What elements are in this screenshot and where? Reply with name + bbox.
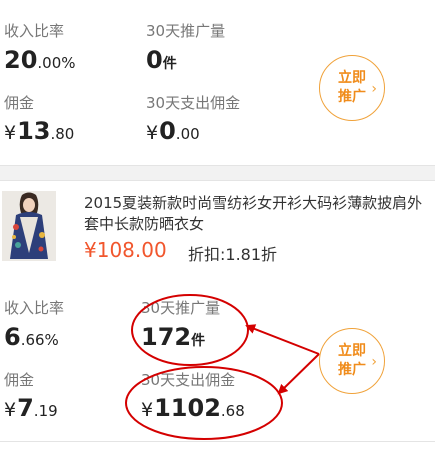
promo-count-label: 30天推广量 — [146, 22, 226, 40]
chevron-right-icon: › — [371, 354, 377, 370]
promo-count-value: 172件 — [141, 323, 206, 351]
product-price: ¥108.00 — [84, 238, 167, 262]
promote-now-button[interactable]: 立即推广 › — [319, 55, 385, 121]
income-ratio-value: 20.00% — [4, 46, 76, 74]
product-discount: 折扣:1.81折 — [188, 245, 278, 264]
promote-now-button[interactable]: 立即推广 › — [319, 328, 385, 394]
spent-commission-value: ¥0.00 — [146, 117, 200, 145]
product-thumbnail[interactable] — [2, 191, 56, 261]
chevron-right-icon: › — [371, 81, 377, 97]
card-separator — [0, 166, 435, 180]
product-title[interactable]: 2015夏装新款时尚雪纺衫女开衫大码衫薄款披肩外套中长款防晒衣女 — [84, 193, 429, 235]
promo-count-value: 0件 — [146, 46, 177, 74]
spent-commission-label: 30天支出佣金 — [141, 371, 236, 389]
commission-label: 佣金 — [4, 371, 35, 389]
commission-value: ¥13.80 — [4, 117, 75, 145]
commission-label: 佣金 — [4, 94, 35, 112]
spent-commission-value: ¥1102.68 — [141, 394, 245, 422]
spent-commission-label: 30天支出佣金 — [146, 94, 241, 112]
commission-value: ¥7.19 — [4, 394, 58, 422]
income-ratio-value: 6.66% — [4, 323, 59, 351]
product-card-1: 收入比率 20.00% 30天推广量 0件 佣金 ¥13.80 30天支出佣金 … — [0, 0, 435, 166]
product-card-2: 2015夏装新款时尚雪纺衫女开衫大码衫薄款披肩外套中长款防晒衣女 ¥108.00… — [0, 180, 435, 442]
promo-count-label: 30天推广量 — [141, 299, 221, 317]
income-ratio-label: 收入比率 — [4, 22, 65, 40]
income-ratio-label: 收入比率 — [4, 299, 65, 317]
